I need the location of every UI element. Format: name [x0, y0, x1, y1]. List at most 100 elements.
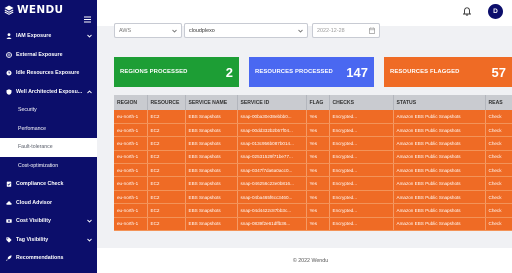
cell-flag: Yes	[306, 150, 330, 165]
cell-service-name: EBS Snapshots	[185, 123, 238, 138]
sidebar-item-compliance-check[interactable]: Compliance Check	[0, 175, 97, 194]
sidebar-item-well-architected[interactable]: Well Architected Exposu...	[0, 83, 97, 102]
chevron-down-icon	[298, 29, 303, 33]
cell-status: Amazon EBS Public Snapshots	[393, 176, 486, 191]
chevron-down-icon[interactable]	[87, 219, 92, 223]
cell-flag: Yes	[306, 136, 330, 151]
chevron-down-icon[interactable]	[87, 238, 92, 242]
account-value: cloudplexo	[189, 27, 215, 34]
cell-resource: EC2	[147, 163, 186, 178]
cell-service-id: snap-00dd332b2b57f04...	[237, 123, 307, 138]
table-row[interactable]: eu-north-1 EC2 EBS Snapshots snap-00dd332b2…	[114, 123, 512, 138]
sidebar-item-cloud-advisor[interactable]: Cloud Advisor	[0, 194, 97, 213]
cell-region: eu-north-1	[114, 110, 148, 124]
cell-service-id: snap-02531529f71be77...	[237, 150, 307, 165]
column-header-reason[interactable]: REAS	[485, 95, 512, 110]
table-row[interactable]: eu-north-1 EC2 EBS Snapshots snap-04ba465f6…	[114, 190, 512, 205]
date-picker[interactable]: 2022-12-28	[312, 23, 380, 38]
cell-reason: Check	[485, 110, 512, 124]
chevron-down-icon	[172, 29, 177, 33]
sidebar: WENDU IAM Exposure External Exposure Idl…	[0, 0, 97, 273]
layers-logo-icon	[4, 5, 14, 15]
subitem-label: Security	[18, 107, 37, 114]
cell-service-name: EBS Snapshots	[185, 110, 238, 124]
subitem-label: Fault-tolerance	[18, 144, 53, 151]
cell-reason: Check	[485, 176, 512, 191]
table-row[interactable]: eu-north-1 EC2 EBS Snapshots snap-046256c23…	[114, 176, 512, 191]
column-header-status[interactable]: STATUS	[393, 95, 486, 110]
column-header-service-id[interactable]: SERVICE ID	[237, 95, 307, 110]
cell-reason: Check	[485, 150, 512, 165]
clock-icon	[6, 70, 12, 76]
cell-checks: Encrypted...	[329, 217, 394, 232]
table-row[interactable]: eu-north-1 EC2 EBS Snapshots snap-0839f2e61…	[114, 217, 512, 232]
resources-processed-value: 147	[346, 64, 368, 80]
subitem-label: Perfomance	[18, 125, 46, 132]
cloud-provider-select[interactable]: AWS	[114, 23, 182, 38]
sidebar-item-label: Cost Visibility	[16, 218, 51, 225]
cell-service-id: snap-0347f7da6a0acc0...	[237, 163, 307, 178]
subitem-label: Cost-optimization	[18, 162, 59, 169]
column-header-flag[interactable]: FLAG	[306, 95, 330, 110]
resources-processed-card: RESOURCES PROCESSED 147	[249, 57, 374, 87]
sidebar-item-label: Cloud Advisor	[16, 199, 52, 206]
resources-flagged-value: 57	[491, 64, 506, 80]
sidebar-item-iam-exposure[interactable]: IAM Exposure	[0, 27, 97, 46]
results-table-container[interactable]: REGION RESOURCE SERVICE NAME SERVICE ID …	[114, 95, 512, 245]
cell-reason: Check	[485, 123, 512, 138]
sidebar-nav: IAM Exposure External Exposure Idle Reso…	[0, 27, 97, 268]
sidebar-item-recommendations[interactable]: Recommendations	[0, 249, 97, 268]
cell-service-name: EBS Snapshots	[185, 150, 238, 165]
sidebar-item-cost-visibility[interactable]: Cost Visibility	[0, 212, 97, 231]
table-row[interactable]: eu-north-1 EC2 EBS Snapshots snap-013c956b0…	[114, 136, 512, 151]
brand[interactable]: WENDU	[4, 3, 63, 17]
sidebar-subitem-security[interactable]: Security	[0, 101, 97, 120]
sidebar-subitem-performance[interactable]: Perfomance	[0, 120, 97, 139]
cell-flag: Yes	[306, 176, 330, 191]
cell-service-name: EBS Snapshots	[185, 136, 238, 151]
rocket-icon	[6, 255, 12, 262]
sidebar-item-idle-resources[interactable]: Idle Resources Exposure	[0, 64, 97, 83]
column-header-service-name[interactable]: SERVICE NAME	[185, 95, 238, 110]
table-row[interactable]: eu-north-1 EC2 EBS Snapshots snap-0347f7da6…	[114, 163, 512, 178]
sidebar-item-label: External Exposure	[16, 51, 63, 58]
cell-status: Amazon EBS Public Snapshots	[393, 150, 486, 165]
column-header-checks[interactable]: CHECKS	[329, 95, 394, 110]
calendar-icon[interactable]	[369, 27, 375, 34]
sidebar-subitem-fault-tolerance[interactable]: Fault-tolerance	[0, 138, 97, 157]
cell-service-id: snap-0839f2e61dffb36...	[237, 217, 307, 232]
cell-status: Amazon EBS Public Snapshots	[393, 163, 486, 178]
cell-flag: Yes	[306, 163, 330, 178]
cell-status: Amazon EBS Public Snapshots	[393, 136, 486, 151]
cell-flag: Yes	[306, 190, 330, 205]
cell-service-name: EBS Snapshots	[185, 163, 238, 178]
avatar[interactable]: D	[488, 4, 503, 19]
cell-flag: Yes	[306, 123, 330, 138]
cell-checks: Encrypted...	[329, 203, 394, 218]
cell-reason: Check	[485, 136, 512, 151]
chevron-down-icon[interactable]	[87, 34, 92, 38]
cell-checks: Encrypted...	[329, 150, 394, 165]
footer-copyright: © 2022 Wendu	[292, 257, 329, 264]
sidebar-item-tag-visibility[interactable]: Tag Visibility	[0, 231, 97, 250]
column-header-resource[interactable]: RESOURCE	[147, 95, 186, 110]
table-header-row: REGION RESOURCE SERVICE NAME SERVICE ID …	[114, 95, 512, 110]
sidebar-item-label: Recommendations	[16, 255, 64, 262]
chevron-up-icon[interactable]	[87, 89, 92, 94]
cell-flag: Yes	[306, 217, 330, 232]
menu-collapse-icon[interactable]	[84, 16, 91, 23]
table-row[interactable]: eu-north-1 EC2 EBS Snapshots snap-00ba30e38…	[114, 110, 512, 124]
sidebar-subitem-cost-optimization[interactable]: Cost-optimization	[0, 157, 97, 176]
resources-flagged-card: RESOURCES FLAGGED 57	[384, 57, 512, 87]
regions-processed-label: REGIONS PROCESSED	[120, 69, 188, 75]
resources-flagged-label: RESOURCES FLAGGED	[390, 69, 460, 75]
brand-name: WENDU	[17, 4, 64, 16]
table-row[interactable]: eu-north-1 EC2 EBS Snapshots snap-04d4422c8…	[114, 203, 512, 218]
bell-icon[interactable]	[463, 7, 471, 16]
table-row[interactable]: eu-north-1 EC2 EBS Snapshots snap-02531529f…	[114, 150, 512, 165]
cell-resource: EC2	[147, 150, 186, 165]
sidebar-item-external-exposure[interactable]: External Exposure	[0, 46, 97, 65]
sidebar-item-label: IAM Exposure	[16, 33, 52, 40]
column-header-region[interactable]: REGION	[114, 95, 148, 110]
account-select[interactable]: cloudplexo	[184, 23, 308, 38]
